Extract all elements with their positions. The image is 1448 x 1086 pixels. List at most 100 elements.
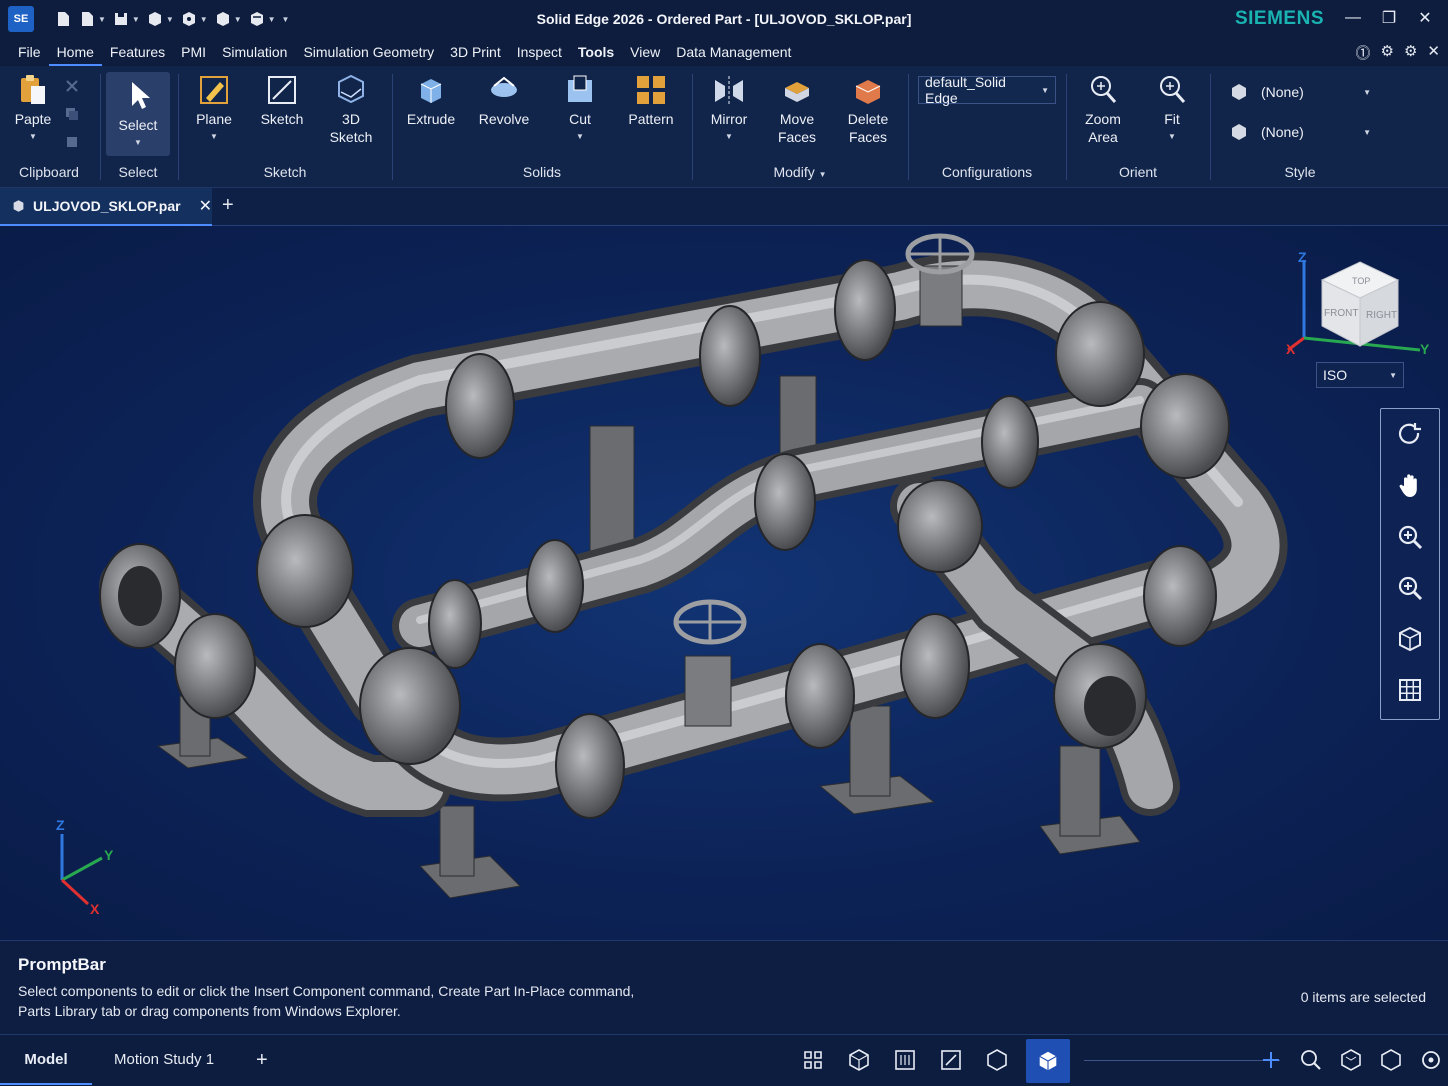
pattern-button[interactable]: Pattern <box>624 72 678 128</box>
add-study-icon[interactable]: + <box>256 1035 268 1085</box>
triad-y-label: Y <box>104 847 114 863</box>
help-icon[interactable]: ⓵ <box>1356 42 1371 63</box>
z-axis-label: Z <box>1298 249 1307 265</box>
new-file-icon[interactable] <box>54 10 72 28</box>
rotate-button[interactable] <box>1381 409 1439 460</box>
tab-tools[interactable]: Tools <box>570 38 622 66</box>
copy-icon[interactable] <box>64 106 80 122</box>
graphics-viewport[interactable]: Z X Y TOP FRONT RIGHT ISO ▼ Z Y X <box>0 226 1448 940</box>
tab-motion-study[interactable]: Motion Study 1 <box>114 1035 214 1085</box>
tab-data-management[interactable]: Data Management <box>668 38 799 66</box>
zoom-in-icon <box>1398 525 1423 549</box>
revolve-button[interactable]: Revolve <box>476 72 532 128</box>
fit-icon <box>1160 76 1186 103</box>
zoom-slider[interactable] <box>1084 1060 1280 1061</box>
minimize-icon[interactable]: — <box>1338 4 1368 32</box>
quick-access-toolbar: ▼ ▼ ▼ ▼ ▼ ▼ ▼ <box>54 10 289 28</box>
tab-3d-print[interactable]: 3D Print <box>442 38 509 66</box>
sketch-button[interactable]: Sketch <box>256 72 308 128</box>
part-style-select[interactable]: (None) ▼ <box>1222 118 1378 146</box>
modify-group-caret[interactable]: ▼ <box>819 170 827 179</box>
pan-button[interactable] <box>1381 460 1439 511</box>
shaded-with-edges-button[interactable] <box>1026 1039 1070 1083</box>
close-tab-icon[interactable]: ✕ <box>199 196 212 216</box>
paste-button[interactable]: Papte ▼ <box>10 72 56 146</box>
paste-icon <box>21 75 45 104</box>
fit-all-icon[interactable] <box>1338 1047 1364 1073</box>
fit-button[interactable]: Fit ▼ <box>1152 72 1192 146</box>
select-button[interactable]: Select ▼ <box>106 72 170 156</box>
shaded-view-icon[interactable] <box>846 1047 872 1073</box>
view-cube[interactable]: Z X Y TOP FRONT RIGHT <box>1280 246 1430 356</box>
3d-sketch-button[interactable]: 3D Sketch <box>324 72 378 146</box>
y-axis-label: Y <box>1420 341 1430 356</box>
move-faces-button[interactable]: Move Faces <box>772 72 822 146</box>
cut-button[interactable]: Cut ▼ <box>558 72 602 146</box>
tab-simulation[interactable]: Simulation <box>214 38 295 66</box>
fit-view-button[interactable] <box>1381 613 1439 664</box>
document-tab[interactable]: ULJOVOD_SKLOP.par ✕ <box>0 188 212 226</box>
close-icon[interactable]: ✕ <box>1410 4 1440 32</box>
clipboard-group: Papte ▼ Clipboard <box>0 70 98 184</box>
grid-button[interactable] <box>1381 664 1439 715</box>
options-icon[interactable]: ⚙ <box>1404 42 1417 63</box>
tab-pmi[interactable]: PMI <box>173 38 214 66</box>
x-axis-label: X <box>1286 341 1296 356</box>
tab-file[interactable]: File <box>10 38 49 66</box>
move-faces-icon <box>785 82 809 102</box>
delete-faces-button[interactable]: Delete Faces <box>840 72 896 146</box>
settings-icon[interactable]: ⚙ <box>1381 42 1394 63</box>
zoom-area-button[interactable]: Zoom Area <box>1080 72 1126 146</box>
cut-clipboard-icon[interactable] <box>64 78 80 94</box>
spin-about-icon[interactable] <box>1418 1047 1444 1073</box>
tab-model[interactable]: Model <box>0 1035 92 1085</box>
new-document-button[interactable]: ▼ <box>78 10 106 28</box>
app-logo-icon[interactable]: SE <box>8 6 34 32</box>
sketch-group: Plane ▼ Sketch 3D Sketch Sketch <box>180 70 390 184</box>
explode-view-icon[interactable] <box>800 1047 826 1073</box>
zoom-icon[interactable] <box>1298 1047 1324 1073</box>
group-label: Clipboard <box>19 164 79 180</box>
cube-face-right[interactable]: RIGHT <box>1366 310 1397 321</box>
tab-features[interactable]: Features <box>102 38 173 66</box>
view-orient-icon[interactable] <box>1378 1047 1404 1073</box>
plane-button[interactable]: Plane ▼ <box>190 72 238 146</box>
sheet-metal-icon[interactable]: ▼ <box>214 10 242 28</box>
tab-inspect[interactable]: Inspect <box>509 38 570 66</box>
title-bar: SE ▼ ▼ ▼ ▼ ▼ ▼ ▼ Solid Edge 2026 - Order… <box>0 0 1448 38</box>
hand-pan-icon <box>1399 473 1417 497</box>
customize-qat-button[interactable]: ▼ <box>282 15 290 24</box>
delete-faces-icon <box>855 80 881 104</box>
assembly-icon[interactable]: ▼ <box>180 10 208 28</box>
restore-icon[interactable]: ❐ <box>1374 4 1404 32</box>
view-navigation-toolbar <box>1380 408 1440 720</box>
ribbon: Papte ▼ Clipboard Select ▼ Select Plane … <box>0 66 1448 188</box>
add-tab-icon[interactable]: + <box>222 194 234 217</box>
weldment-icon[interactable]: ▼ <box>248 10 276 28</box>
sketch-view-icon[interactable] <box>938 1047 964 1073</box>
view-orientation-select[interactable]: ISO ▼ <box>1316 362 1404 388</box>
save-button[interactable]: ▼ <box>112 10 140 28</box>
group-label: Solids <box>522 164 562 180</box>
group-label: Modify ▼ <box>773 164 827 180</box>
copy-special-icon[interactable] <box>64 134 80 150</box>
close-document-icon[interactable]: ✕ <box>1427 42 1440 63</box>
cube-face-top[interactable]: TOP <box>1352 276 1370 286</box>
cube-face-front[interactable]: FRONT <box>1324 308 1358 319</box>
extrude-button[interactable]: Extrude <box>404 72 458 128</box>
face-style-select[interactable]: (None) ▼ <box>1222 78 1378 106</box>
pipe-assembly-model[interactable] <box>0 226 1448 940</box>
zoom-plus-icon[interactable] <box>1258 1047 1284 1073</box>
configuration-select[interactable]: default_Solid Edge ▼ <box>918 74 1056 106</box>
wireframe-view-icon[interactable] <box>984 1047 1010 1073</box>
zoom-area-nav-button[interactable] <box>1381 562 1439 613</box>
tab-view[interactable]: View <box>622 38 668 66</box>
tab-simulation-geometry[interactable]: Simulation Geometry <box>295 38 442 66</box>
tab-home[interactable]: Home <box>48 38 102 66</box>
part-icon[interactable]: ▼ <box>146 10 174 28</box>
drawing-view-icon[interactable] <box>892 1047 918 1073</box>
mirror-button[interactable]: Mirror ▼ <box>706 72 752 146</box>
zoom-in-button[interactable] <box>1381 511 1439 562</box>
face-style-icon <box>1232 84 1246 100</box>
zoom-area-nav-icon <box>1398 576 1423 600</box>
